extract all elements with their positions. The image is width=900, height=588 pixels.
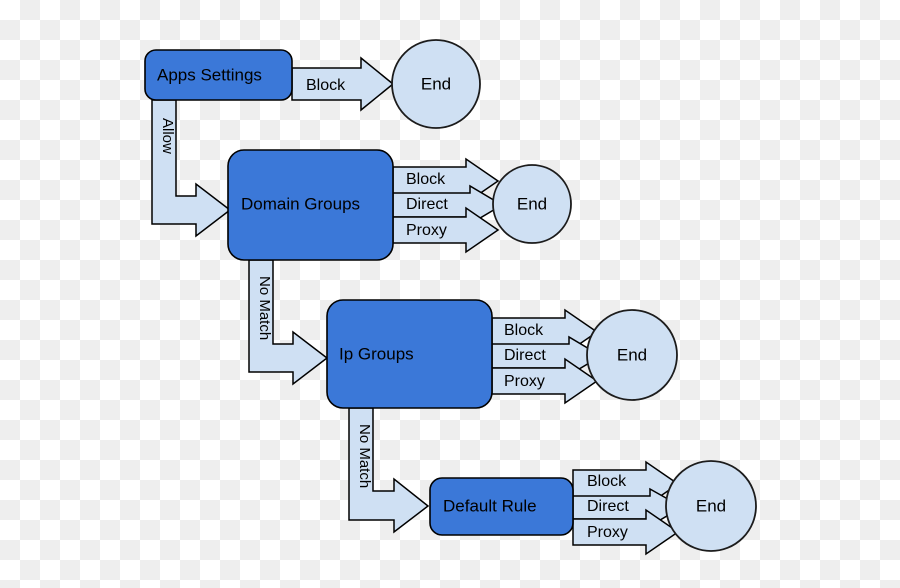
- edge-label-no-match-1: No Match: [256, 276, 273, 340]
- edge-label-block-2: Block: [406, 171, 446, 188]
- edge-label-proxy-4: Proxy: [587, 524, 628, 541]
- node-end-2[interactable]: End: [492, 164, 572, 244]
- node-end-3[interactable]: End: [586, 309, 678, 401]
- node-ip-groups-label: Ip Groups: [339, 344, 414, 363]
- edge-label-proxy-3: Proxy: [504, 373, 545, 390]
- edge-label-block-1: Block: [306, 77, 346, 94]
- node-default-rule[interactable]: Default Rule: [429, 477, 574, 536]
- edge-label-direct-3: Direct: [504, 347, 546, 364]
- edge-label-no-match-2: No Match: [356, 424, 373, 488]
- node-end-1-label: End: [421, 74, 451, 93]
- edge-label-block-4: Block: [587, 473, 627, 490]
- node-default-rule-label: Default Rule: [443, 496, 537, 515]
- node-domain-groups-label: Domain Groups: [241, 194, 360, 213]
- edge-apps-settings-allow: Allow: [151, 99, 232, 238]
- node-domain-groups[interactable]: Domain Groups: [227, 149, 394, 261]
- node-end-4[interactable]: End: [665, 460, 757, 552]
- edge-label-block-3: Block: [504, 322, 544, 339]
- flowchart-canvas: Block Allow Apps Settings End Block Dire…: [0, 0, 900, 588]
- edge-domain-groups-no-match: No Match: [248, 259, 329, 386]
- edge-label-allow: Allow: [159, 118, 176, 154]
- edge-label-direct-2: Direct: [406, 196, 448, 213]
- node-ip-groups[interactable]: Ip Groups: [326, 299, 493, 409]
- node-end-1[interactable]: End: [391, 39, 481, 129]
- node-apps-settings-label: Apps Settings: [157, 65, 262, 84]
- node-end-4-label: End: [696, 496, 726, 515]
- edge-apps-settings-block: Block: [291, 56, 395, 112]
- node-end-3-label: End: [617, 345, 647, 364]
- flowchart-svg: Block Allow Apps Settings End Block Dire…: [144, 39, 757, 556]
- edge-label-direct-4: Direct: [587, 498, 629, 515]
- edge-ip-groups-no-match: No Match: [348, 407, 430, 534]
- node-end-2-label: End: [517, 194, 547, 213]
- edge-label-proxy-2: Proxy: [406, 222, 447, 239]
- node-apps-settings[interactable]: Apps Settings: [144, 49, 293, 101]
